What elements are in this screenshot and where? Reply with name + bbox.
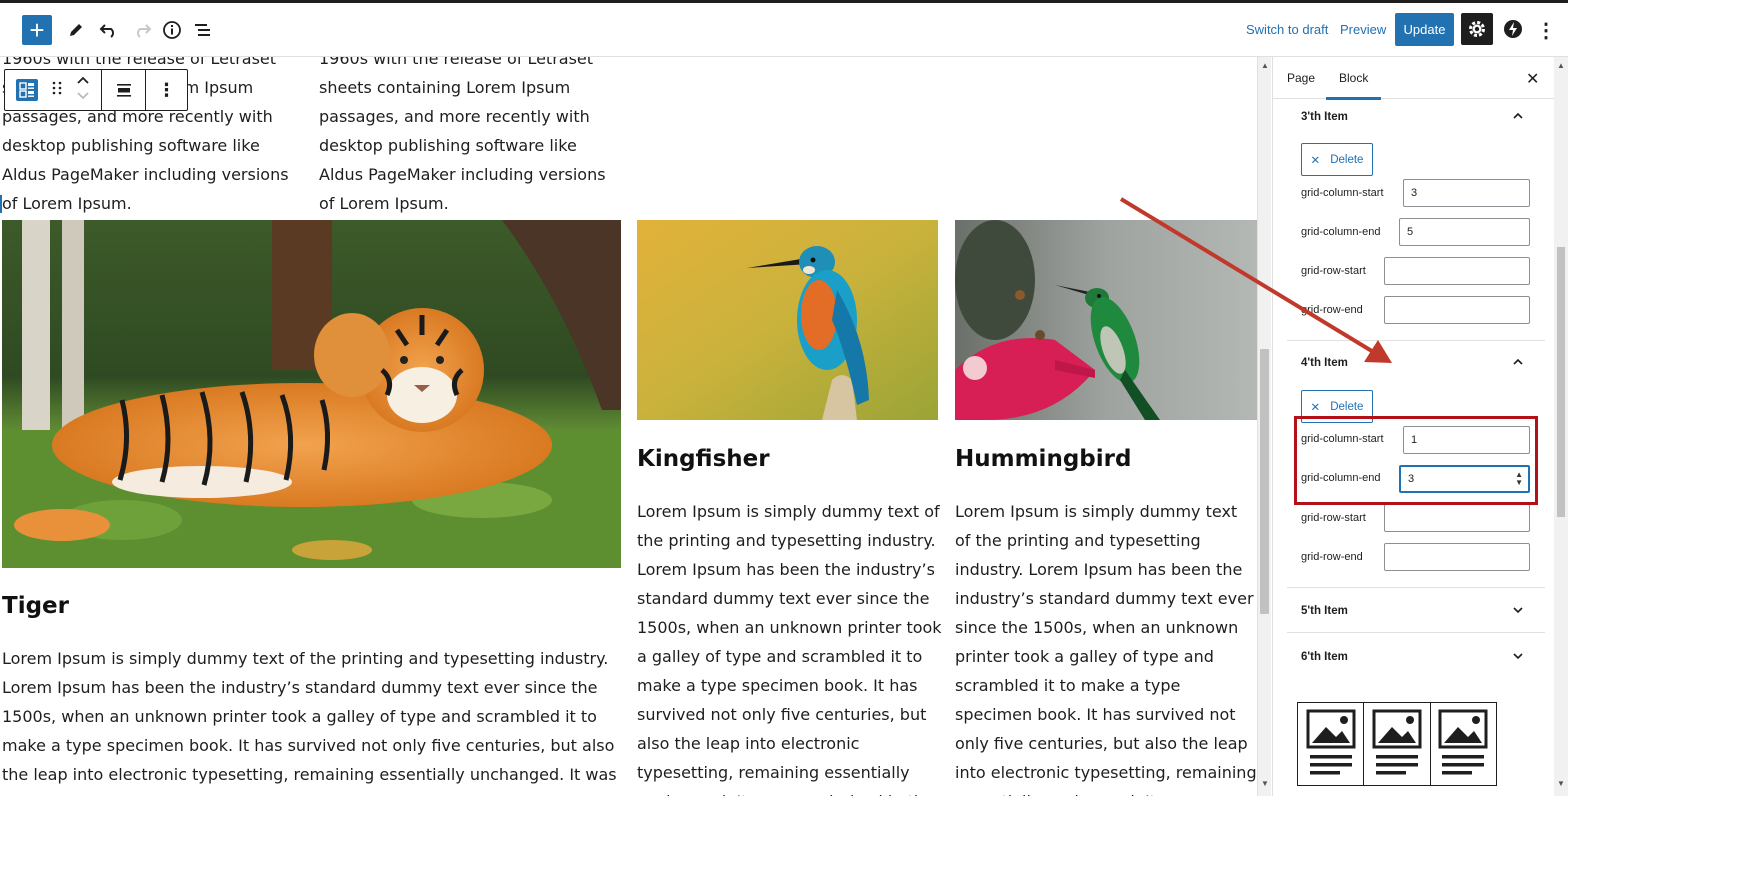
scroll-down-arrow-icon[interactable]: ▼ bbox=[1261, 779, 1269, 788]
align-icon[interactable] bbox=[102, 70, 146, 110]
item-5-title[interactable]: 5'th Item bbox=[1301, 605, 1348, 617]
grid-row-start-input[interactable] bbox=[1384, 257, 1530, 285]
block-toolbar: ⋮ bbox=[4, 69, 188, 111]
active-tab-indicator bbox=[1326, 97, 1381, 100]
scroll-up-arrow-icon[interactable]: ▲ bbox=[1261, 61, 1269, 70]
image-placeholder-icon bbox=[1431, 703, 1496, 785]
item-3-title[interactable]: 3'th Item bbox=[1301, 111, 1348, 123]
chevron-down-icon[interactable] bbox=[1511, 649, 1525, 663]
sidebar-scrollbar[interactable]: ▲ ▼ bbox=[1554, 57, 1568, 796]
sidebar-scroll-thumb[interactable] bbox=[1557, 247, 1565, 517]
field-label: grid-column-end bbox=[1301, 226, 1381, 238]
grid-row-end-input[interactable] bbox=[1384, 296, 1530, 324]
list-view-icon[interactable] bbox=[190, 16, 218, 44]
hummingbird-image[interactable] bbox=[955, 220, 1257, 420]
grid-column-start-input[interactable]: 3 bbox=[1403, 179, 1530, 207]
canvas-scroll-thumb[interactable] bbox=[1260, 349, 1269, 614]
field-label: grid-row-start bbox=[1301, 265, 1366, 277]
close-icon: ✕ bbox=[1310, 401, 1321, 414]
delete-label: Delete bbox=[1330, 153, 1364, 166]
update-button[interactable]: Update bbox=[1395, 13, 1454, 46]
tab-block[interactable]: Block bbox=[1339, 71, 1368, 85]
plugin-bolt-icon[interactable] bbox=[1500, 16, 1526, 42]
editor-top-toolbar: + Switch to draft Preview Update ⋮ bbox=[0, 3, 1568, 57]
paragraph-right[interactable]: 1960s with the release of Letraset sheet… bbox=[319, 57, 619, 218]
selection-indicator bbox=[0, 195, 2, 213]
grid-column-end-input[interactable]: 5 bbox=[1399, 218, 1530, 246]
card-title-kingfisher[interactable]: Kingfisher bbox=[637, 446, 770, 472]
chevron-up-icon[interactable] bbox=[1511, 109, 1525, 123]
grid-row-start-input[interactable] bbox=[1384, 504, 1530, 532]
drag-handle-icon[interactable] bbox=[52, 80, 62, 100]
field-label: grid-row-end bbox=[1301, 304, 1363, 316]
delete-label: Delete bbox=[1330, 400, 1364, 413]
card-text-kingfisher[interactable]: Lorem Ipsum is simply dummy text of the … bbox=[637, 497, 942, 796]
card-text-tiger[interactable]: Lorem Ipsum is simply dummy text of the … bbox=[2, 644, 627, 796]
item-6-title[interactable]: 6'th Item bbox=[1301, 651, 1348, 663]
editor-window: + Switch to draft Preview Update ⋮ 1960s… bbox=[0, 0, 1568, 796]
scroll-up-arrow-icon[interactable]: ▲ bbox=[1557, 61, 1565, 70]
annotation-highlight-box bbox=[1294, 416, 1538, 505]
info-icon[interactable] bbox=[158, 16, 186, 44]
image-placeholder-icon bbox=[1298, 703, 1365, 785]
item-4-title[interactable]: 4'th Item bbox=[1301, 357, 1348, 369]
pencil-icon[interactable] bbox=[62, 15, 90, 45]
chevron-down-icon[interactable] bbox=[1511, 603, 1525, 617]
divider bbox=[1287, 587, 1545, 588]
sidebar-tabs: Page Block ✕ bbox=[1273, 57, 1554, 100]
chevron-up-icon[interactable] bbox=[1511, 355, 1525, 369]
block-toolbar-main bbox=[5, 70, 102, 110]
block-style-preview[interactable] bbox=[1297, 702, 1497, 786]
move-up-down-icon[interactable] bbox=[76, 74, 90, 106]
canvas-scrollbar[interactable]: ▲ ▼ bbox=[1257, 57, 1271, 796]
card-title-hummingbird[interactable]: Hummingbird bbox=[955, 446, 1131, 472]
tiger-image[interactable] bbox=[2, 220, 621, 568]
undo-icon[interactable] bbox=[95, 15, 123, 45]
card-title-tiger[interactable]: Tiger bbox=[2, 593, 69, 619]
editor-canvas: 1960s with the release of Letraset sheet… bbox=[0, 57, 1257, 796]
grid-block-icon[interactable] bbox=[16, 79, 38, 101]
close-icon[interactable]: ✕ bbox=[1526, 69, 1539, 89]
block-inserter-button[interactable]: + bbox=[22, 15, 52, 45]
tab-page[interactable]: Page bbox=[1287, 71, 1315, 85]
switch-to-draft-link[interactable]: Switch to draft bbox=[1246, 22, 1328, 37]
field-label: grid-row-start bbox=[1301, 512, 1366, 524]
grid-row-end-input[interactable] bbox=[1384, 543, 1530, 571]
divider bbox=[1287, 340, 1545, 341]
gear-icon[interactable] bbox=[1461, 13, 1493, 45]
image-placeholder-icon bbox=[1364, 703, 1431, 785]
block-options-icon[interactable]: ⋮ bbox=[146, 70, 187, 110]
card-text-hummingbird[interactable]: Lorem Ipsum is simply dummy text of the … bbox=[955, 497, 1257, 796]
scroll-down-arrow-icon[interactable]: ▼ bbox=[1557, 779, 1565, 788]
preview-link[interactable]: Preview bbox=[1340, 22, 1386, 37]
item-3-delete-button[interactable]: ✕ Delete bbox=[1301, 143, 1373, 176]
field-label: grid-row-end bbox=[1301, 551, 1363, 563]
redo-icon[interactable] bbox=[128, 15, 156, 45]
divider bbox=[1287, 632, 1545, 633]
close-icon: ✕ bbox=[1310, 154, 1321, 167]
more-options-icon[interactable]: ⋮ bbox=[1536, 15, 1556, 45]
field-label: grid-column-start bbox=[1301, 187, 1384, 199]
kingfisher-image[interactable] bbox=[637, 220, 938, 420]
